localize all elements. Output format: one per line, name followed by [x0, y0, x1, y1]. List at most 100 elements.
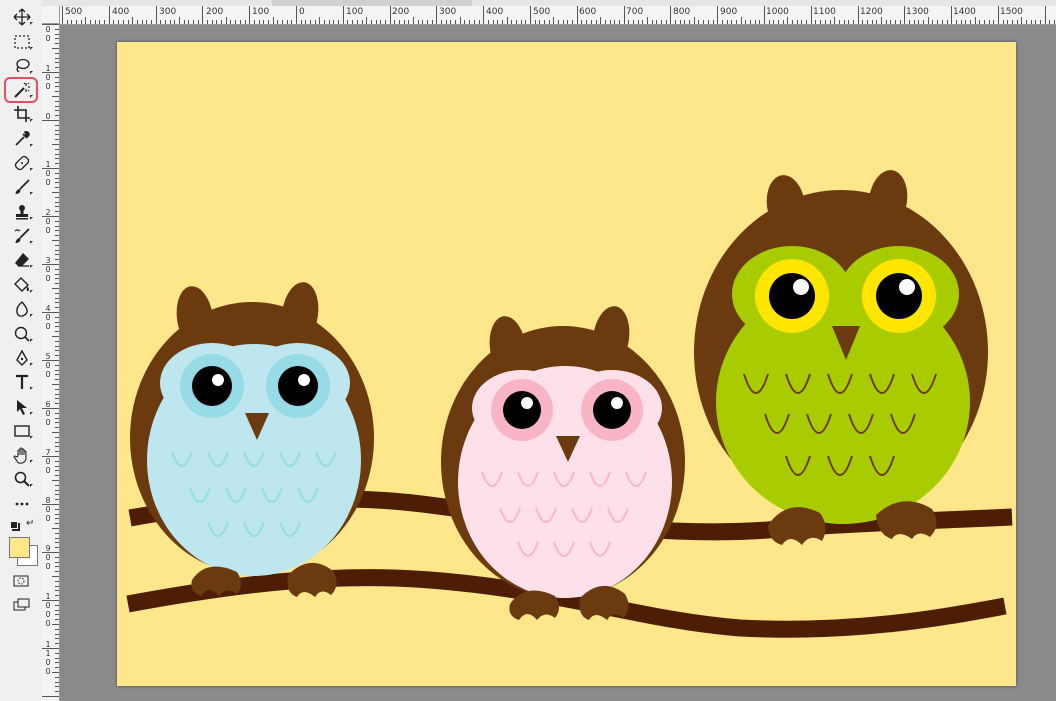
ruler-tick [324, 20, 325, 24]
ruler-label: 900 [720, 7, 738, 17]
ruler-label: 700 [626, 7, 644, 17]
ruler-tick [55, 67, 59, 68]
ruler-tick [221, 20, 222, 24]
ruler-origin[interactable] [42, 6, 60, 24]
ruler-tick [680, 20, 681, 24]
ruler-tick [371, 20, 372, 24]
tool-group-indicator [30, 192, 33, 195]
ruler-tick [230, 20, 231, 24]
ruler-label: 4 0 0 [45, 304, 51, 331]
ruler-tick [736, 20, 737, 24]
ruler-tick [55, 398, 59, 399]
ruler-tick [55, 250, 59, 251]
ruler-tick [558, 20, 559, 24]
ruler-tick [55, 62, 59, 63]
pen-tool[interactable] [5, 347, 39, 369]
ruler-label: 1 0 0 [45, 160, 51, 187]
ruler-tick [55, 370, 59, 371]
ruler-tick [413, 17, 414, 24]
ruler-tick [577, 6, 578, 24]
ruler-tick [42, 504, 59, 505]
blur-tool[interactable] [5, 298, 39, 320]
ruler-tick [55, 538, 59, 539]
ruler-tick [876, 20, 877, 24]
green-owl [694, 170, 988, 545]
zoom-tool[interactable] [5, 468, 39, 490]
rectangle-tool[interactable] [5, 420, 39, 442]
ruler-tick [55, 394, 59, 395]
eyedropper-tool[interactable] [5, 128, 39, 150]
ruler-tick [55, 610, 59, 611]
screen-mode-button[interactable] [13, 598, 31, 612]
ruler-tick [390, 6, 391, 24]
quick-mask-button[interactable] [13, 574, 29, 587]
marquee-tool[interactable] [5, 31, 39, 53]
ruler-tick [42, 600, 59, 601]
ruler-tick [42, 120, 59, 121]
ruler-tick [55, 230, 59, 231]
tool-group-indicator [30, 363, 33, 366]
ruler-tick [52, 480, 59, 481]
ruler-tick [55, 226, 59, 227]
ruler-tick [600, 17, 601, 24]
ruler-tick [853, 20, 854, 24]
ruler-tick [296, 6, 297, 24]
ruler-tick [937, 20, 938, 24]
ruler-tick [165, 20, 166, 24]
ruler-tick [1049, 20, 1050, 24]
ruler-tick [633, 20, 634, 24]
healing-brush-tool[interactable] [5, 152, 39, 174]
move-tool[interactable] [5, 6, 39, 28]
ruler-tick [956, 20, 957, 24]
clone-stamp-tool[interactable] [5, 201, 39, 223]
ruler-tick [42, 552, 59, 553]
ruler-tick [1045, 6, 1046, 24]
ruler-tick [52, 192, 59, 193]
ruler-tick [909, 20, 910, 24]
ruler-tick [90, 20, 91, 24]
ruler-tick [652, 20, 653, 24]
brush-tool[interactable] [5, 176, 39, 198]
crop-icon [14, 106, 30, 122]
ruler-tick [572, 20, 573, 24]
ruler-tick [525, 20, 526, 24]
ruler-tick [596, 20, 597, 24]
arrow-icon [17, 400, 27, 415]
ruler-tick [55, 514, 59, 515]
ruler-tick [55, 82, 59, 83]
lasso-tool[interactable] [5, 55, 39, 77]
ruler-tick [689, 20, 690, 24]
ruler-tick [886, 20, 887, 24]
vertical-ruler[interactable]: 1 0 01 0 001 0 02 0 03 0 04 0 05 0 06 0 … [42, 24, 60, 701]
ruler-tick [76, 20, 77, 24]
swap-colors-icon[interactable]: ↵ [26, 518, 34, 529]
ruler-tick [422, 20, 423, 24]
type-icon [16, 374, 28, 389]
dodge-tool[interactable] [5, 323, 39, 345]
horizontal-ruler[interactable]: 500 400 300 200 100 0 100 200 300 400 500 600 700 800… [60, 6, 1056, 25]
default-colors-icon[interactable] [10, 521, 18, 529]
ruler-label: 400 [112, 7, 130, 17]
paint-bucket-tool[interactable] [5, 274, 39, 296]
screen-mode-icon [13, 598, 30, 611]
foreground-color-swatch[interactable] [9, 537, 30, 558]
path-selection-tool[interactable] [5, 396, 39, 418]
type-tool[interactable] [5, 371, 39, 393]
more-tools[interactable] [5, 493, 39, 515]
ruler-tick [67, 20, 68, 24]
ruler-label: 1 0 0 [45, 64, 51, 91]
ruler-tick [815, 20, 816, 24]
ruler-tick [55, 466, 59, 467]
ruler-tick [464, 20, 465, 24]
ruler-tick [95, 20, 96, 24]
ruler-tick [52, 672, 59, 673]
ruler-tick [42, 216, 59, 217]
eraser-tool[interactable] [5, 249, 39, 271]
ruler-tick [549, 20, 550, 24]
ruler-tick [55, 470, 59, 471]
ruler-tick [914, 20, 915, 24]
document-canvas[interactable] [117, 42, 1016, 686]
hand-tool[interactable] [5, 444, 39, 466]
crop-tool[interactable] [5, 103, 39, 125]
history-brush-tool[interactable] [5, 225, 39, 247]
